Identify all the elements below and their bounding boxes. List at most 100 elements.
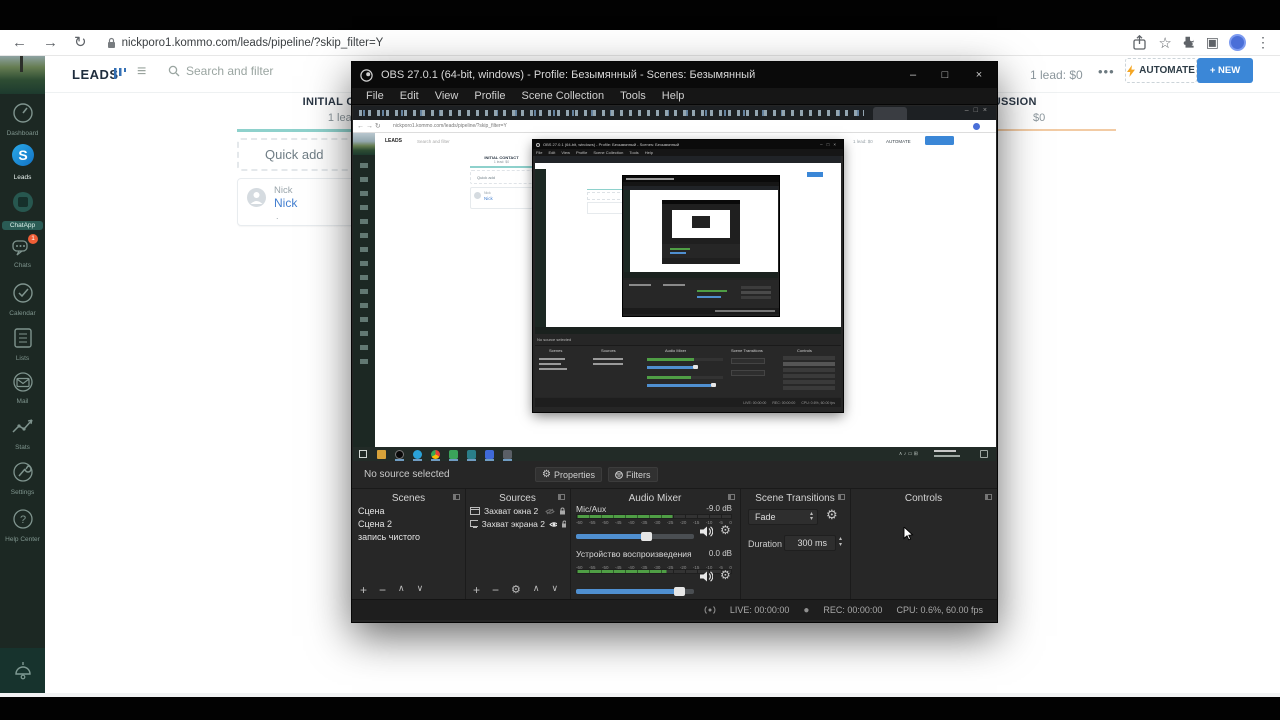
eye-off-icon[interactable] — [545, 508, 555, 515]
scene-item[interactable]: Сцена 2 — [358, 519, 420, 529]
transition-select[interactable]: Fade ▴▾ — [748, 509, 818, 525]
remove-source-icon[interactable]: − — [492, 583, 499, 597]
menu-item[interactable]: Tools — [612, 90, 654, 102]
profile-avatar[interactable] — [1229, 34, 1246, 51]
duration-spinner-icon[interactable]: ▴▾ — [839, 536, 842, 548]
add-source-icon[interactable]: + — [473, 583, 480, 597]
close-button[interactable]: × — [961, 62, 997, 88]
reload-button[interactable]: ↻ — [74, 30, 87, 56]
sidebar-bottom-block — [0, 648, 45, 693]
properties-button[interactable]: ⚙ Properties — [535, 467, 602, 482]
remove-scene-icon[interactable]: − — [379, 583, 386, 597]
menu-item[interactable]: Profile — [466, 90, 513, 102]
volume-slider[interactable] — [576, 589, 694, 594]
browser-menu-icon[interactable]: ⋮ — [1256, 34, 1270, 51]
speaker-icon[interactable] — [700, 571, 713, 582]
scene-item[interactable]: запись чистого — [358, 532, 420, 542]
sidebar-item-leads[interactable]: S Leads — [0, 142, 45, 181]
preview-card: Nick Nick — [470, 187, 533, 209]
bookmark-star-icon[interactable]: ☆ — [1158, 34, 1171, 52]
scale-tick: -40 — [628, 565, 635, 570]
taskbar-app-icon — [395, 450, 404, 459]
back-button[interactable]: ← — [12, 30, 27, 56]
slider-handle[interactable] — [641, 532, 652, 541]
source-row[interactable]: Захват экрана 2 — [470, 519, 566, 529]
sidebar-item-dashboard[interactable]: Dashboard — [0, 102, 45, 137]
side-panel-icon[interactable]: ▣ — [1206, 34, 1219, 51]
automate-button[interactable]: AUTOMATE — [1125, 58, 1197, 83]
sidebar-item-calendar[interactable]: Calendar — [0, 282, 45, 317]
volume-slider[interactable] — [576, 534, 694, 539]
menu-item[interactable]: Help — [654, 90, 693, 102]
source-row[interactable]: Захват окна 2 — [470, 506, 566, 516]
add-scene-icon[interactable]: + — [360, 583, 367, 597]
mail-icon — [12, 372, 34, 392]
l2-newlead-chip — [807, 172, 823, 177]
sidebar-item-settings[interactable]: Settings — [0, 461, 45, 496]
source-down-icon[interactable]: ∨ — [552, 583, 559, 597]
sidebar-item-chatapp[interactable]: ChatApp — [0, 190, 45, 230]
duration-input[interactable]: 300 ms — [784, 535, 836, 551]
slider-handle[interactable] — [674, 587, 685, 596]
source-name: Захват экрана 2 — [482, 519, 545, 529]
l2-menu-item: Tools — [629, 150, 638, 155]
no-source-label: No source selected — [364, 469, 450, 480]
slider-fill — [576, 589, 680, 594]
chatapp-icon — [11, 190, 35, 214]
scenes-panel-title: Scenes — [352, 493, 465, 504]
sidebar-item-chats[interactable]: 1 Chats — [0, 237, 45, 269]
filters-button[interactable]: Filters — [608, 467, 658, 482]
lightning-icon — [1127, 65, 1135, 77]
l2-panel-controls: Controls — [797, 348, 812, 353]
more-button[interactable]: ••• — [1098, 64, 1115, 79]
scene-down-icon[interactable]: ∨ — [417, 583, 424, 597]
scene-up-icon[interactable]: ∧ — [398, 583, 405, 597]
controls-panel: Controls Start Streaming Start Recording… — [850, 489, 997, 600]
sidebar-item-stats[interactable]: Stats — [0, 416, 45, 451]
channel-settings-icon[interactable]: ⚙ — [720, 523, 731, 537]
lock-icon[interactable] — [561, 520, 566, 528]
lock-icon[interactable] — [559, 507, 566, 515]
search-input[interactable]: Search and filter — [168, 64, 273, 78]
channel-settings-icon[interactable]: ⚙ — [720, 568, 731, 582]
minimize-button[interactable]: – — [897, 62, 929, 88]
l2-title: OBS 27.0.1 (64-bit, windows) - Profile: … — [543, 142, 679, 147]
scale-tick: -15 — [693, 520, 700, 525]
new-lead-button[interactable]: + NEW LEAD — [1197, 58, 1253, 83]
sidebar-item-mail[interactable]: Mail — [0, 372, 45, 405]
url-text[interactable]: nickporo1.kommo.com/leads/pipeline/?skip… — [122, 30, 384, 56]
mixer-channel-name: Устройство воспроизведения — [576, 549, 692, 559]
sidebar-item-lists[interactable]: Lists — [0, 327, 45, 362]
eye-icon[interactable] — [549, 521, 557, 528]
menu-item[interactable]: Edit — [392, 90, 427, 102]
l2-menu-item: Help — [645, 150, 653, 155]
menu-item[interactable]: View — [427, 90, 467, 102]
extensions-icon[interactable] — [1181, 35, 1196, 50]
obs-title-bar[interactable]: OBS 27.0.1 (64-bit, windows) - Profile: … — [352, 62, 997, 88]
lead-card-link[interactable]: Nick — [274, 196, 297, 210]
notifications-bell-icon[interactable] — [12, 658, 34, 682]
list-view-icon[interactable]: ≡ — [137, 63, 146, 81]
combo-carets-icon: ▴▾ — [810, 512, 813, 522]
transition-settings-icon[interactable]: ⚙ — [826, 507, 838, 523]
scale-tick: -40 — [628, 520, 635, 525]
share-icon[interactable] — [1132, 35, 1147, 50]
pipeline-view-icon[interactable] — [113, 67, 127, 80]
scale-tick: -35 — [641, 520, 648, 525]
speaker-icon[interactable] — [700, 526, 713, 537]
mixer-scale: -60-55-50-45-40-35-30-25-20-15-10-50 — [576, 565, 732, 570]
source-up-icon[interactable]: ∧ — [533, 583, 540, 597]
maximize-button[interactable]: □ — [929, 62, 961, 88]
svg-text:S: S — [18, 147, 27, 163]
forward-button[interactable]: → — [43, 30, 58, 56]
mouse-cursor — [903, 527, 915, 542]
sidebar-item-help-center[interactable]: ? Help Center — [0, 508, 45, 543]
l2-desktop — [535, 169, 841, 327]
menu-item[interactable]: File — [358, 90, 392, 102]
chats-badge: 1 — [28, 234, 38, 244]
source-properties-icon[interactable]: ⚙ — [511, 583, 521, 597]
menu-item[interactable]: Scene Collection — [514, 90, 613, 102]
scene-item[interactable]: Сцена — [358, 506, 420, 516]
preview-obs-window-l3 — [623, 176, 779, 316]
transitions-panel: Scene Transitions Fade ▴▾ ⚙ Duration 300… — [740, 489, 850, 600]
